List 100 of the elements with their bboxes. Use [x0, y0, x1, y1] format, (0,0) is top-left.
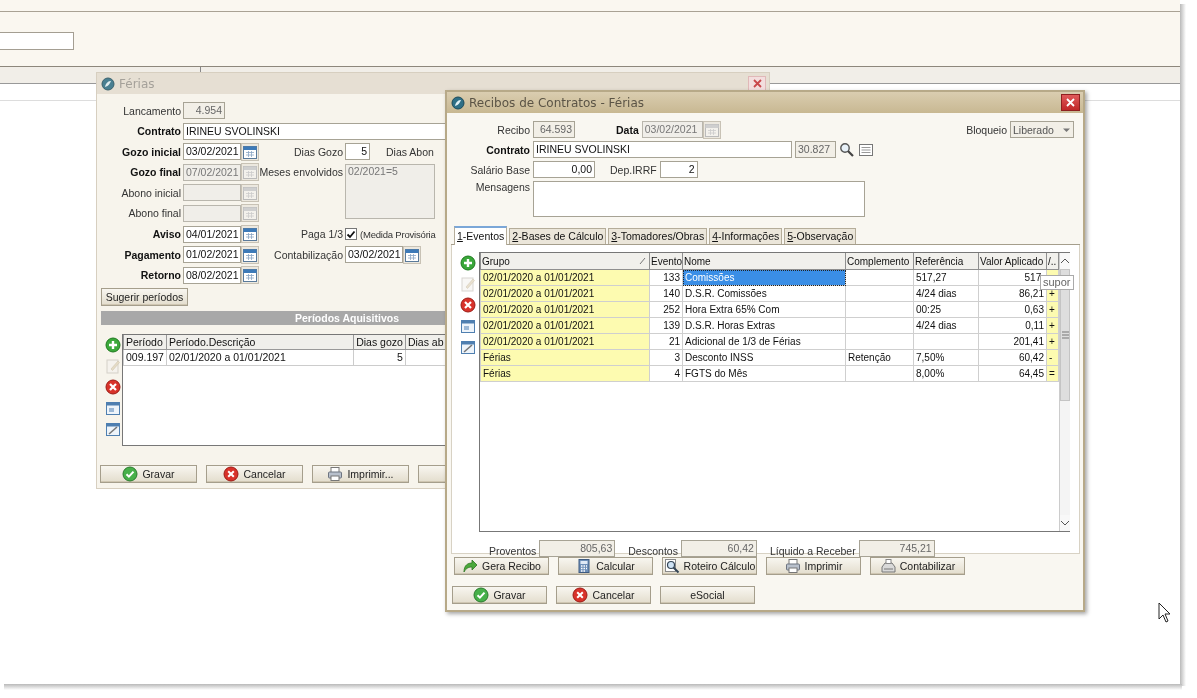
- text-area[interactable]: 02/2021=5: [345, 163, 435, 219]
- text-area[interactable]: [533, 181, 865, 217]
- tooltip: supor: [1040, 275, 1074, 290]
- cancel-icon: [223, 465, 240, 482]
- list-icon[interactable]: [858, 141, 874, 158]
- table-cell: 60,42: [978, 349, 1047, 366]
- table-cell: 4/24 dias: [913, 317, 979, 334]
- field-label: Abono inicial: [121, 186, 181, 199]
- button[interactable]: Imprimir...: [312, 464, 409, 483]
- tab[interactable]: 1-Eventos: [454, 226, 508, 245]
- button[interactable]: Sugerir períodos: [101, 287, 188, 306]
- field-label: Descontos: [628, 545, 678, 557]
- cancel-icon: [572, 587, 589, 603]
- input-field[interactable]: 0,00: [533, 161, 595, 178]
- input-field[interactable]: IRINEU SVOLINSKI: [533, 141, 792, 158]
- calendar-icon[interactable]: [403, 245, 421, 264]
- checkbox[interactable]: [345, 228, 357, 241]
- table-cell: FGTS do Mês: [682, 365, 846, 382]
- field-label: Dias Abon: [386, 145, 434, 158]
- delete-icon[interactable]: [460, 297, 476, 313]
- dropdown[interactable]: Liberado: [1010, 121, 1074, 138]
- calendar-icon[interactable]: [241, 142, 259, 161]
- input-field[interactable]: IRINEU SVOLINSKI: [183, 122, 446, 140]
- field-label: Paga 1/3: [300, 228, 343, 241]
- tab[interactable]: 4-Informações: [709, 228, 783, 244]
- field-label: Lancamento: [123, 104, 181, 117]
- button[interactable]: Gravar: [452, 586, 547, 604]
- button[interactable]: Cancelar: [556, 586, 651, 604]
- field-label: Aviso: [152, 228, 181, 241]
- window-icon[interactable]: [460, 318, 476, 334]
- button[interactable]: Gravar: [100, 464, 197, 483]
- tab[interactable]: 5-Observação: [784, 228, 857, 244]
- column-header[interactable]: Período: [123, 334, 167, 350]
- check-mark-icon: [346, 229, 356, 239]
- app-icon: [101, 76, 115, 91]
- table-cell: 009.197: [123, 349, 167, 366]
- calendar-icon[interactable]: [241, 266, 259, 285]
- tab[interactable]: 3-Tomadores/Obras: [608, 228, 708, 244]
- button[interactable]: Calcular: [558, 557, 653, 575]
- date-field[interactable]: 04/01/2021: [183, 225, 241, 243]
- delete-icon[interactable]: [105, 378, 121, 395]
- column-header[interactable]: Complemento: [845, 253, 914, 270]
- title-bar[interactable]: Recibos de Contratos - Férias: [447, 92, 1083, 113]
- window-icon[interactable]: [105, 399, 121, 416]
- close-button[interactable]: [748, 75, 766, 92]
- input-field[interactable]: 64.593: [533, 121, 575, 138]
- calendar-icon[interactable]: [241, 245, 259, 264]
- column-header[interactable]: Valor Aplicado: [978, 253, 1047, 270]
- field-label: Data: [616, 123, 639, 136]
- table-cell: 21: [649, 333, 683, 350]
- printer-icon: [784, 558, 801, 574]
- table-cell: 8,00%: [913, 365, 979, 382]
- field-label: Bloqueio: [966, 123, 1007, 136]
- field-label: Recibo: [497, 123, 530, 136]
- table-cell: 00:25: [913, 301, 979, 318]
- tab[interactable]: 2-Bases de Cálculo: [509, 228, 607, 244]
- date-field[interactable]: 08/02/2021: [183, 266, 241, 284]
- column-header[interactable]: Grupo: [480, 253, 650, 270]
- button[interactable]: eSocial: [660, 586, 755, 604]
- close-button[interactable]: [1061, 94, 1080, 111]
- input-field[interactable]: 745,21: [858, 540, 935, 557]
- button[interactable]: Gera Recibo: [454, 557, 549, 575]
- add-icon[interactable]: [105, 336, 121, 353]
- column-header[interactable]: Referência: [913, 253, 979, 270]
- column-header[interactable]: Período.Descrição: [166, 334, 354, 350]
- field-label: Pagamento: [124, 248, 181, 261]
- window-edit-icon[interactable]: [105, 420, 121, 437]
- column-header[interactable]: Dias gozo: [353, 334, 406, 350]
- table-cell: 201,41: [978, 333, 1047, 350]
- magnifier-icon: [663, 558, 680, 574]
- button[interactable]: Cancelar: [206, 464, 303, 483]
- table-cell: Hora Extra 65% Com: [682, 301, 846, 318]
- close-icon: [1065, 97, 1076, 108]
- table-cell: 3: [649, 349, 683, 366]
- column-header[interactable]: Dias ab: [405, 334, 446, 350]
- search-icon[interactable]: [839, 141, 855, 158]
- input-field[interactable]: 5: [345, 143, 370, 161]
- input-field[interactable]: [0, 32, 74, 50]
- date-field[interactable]: 01/02/2021: [183, 246, 241, 264]
- window-title: Recibos de Contratos - Férias: [469, 95, 646, 110]
- field-label: Meses envolvidos: [259, 166, 343, 179]
- input-field[interactable]: 2: [659, 161, 698, 178]
- date-field[interactable]: 03/02/2021: [183, 143, 241, 161]
- input-field[interactable]: 805,63: [539, 540, 616, 557]
- field-label: Contrato: [486, 143, 530, 156]
- button[interactable]: Contabilizar: [870, 557, 965, 575]
- calculator-icon: [576, 558, 593, 574]
- input-field[interactable]: 60,42: [680, 540, 757, 557]
- add-icon[interactable]: [460, 255, 476, 271]
- field-label: Abono final: [128, 207, 181, 220]
- window-edit-icon[interactable]: [460, 339, 476, 355]
- button[interactable]: Imprimir: [766, 557, 861, 575]
- button[interactable]: Roteiro Cálculo: [662, 557, 757, 575]
- input-field[interactable]: 30.827: [795, 141, 836, 158]
- input-field[interactable]: 4.954: [183, 102, 225, 119]
- date-field[interactable]: 03/02/2021: [345, 246, 403, 264]
- column-header[interactable]: Nome: [682, 253, 846, 270]
- table-cell: 02/01/2020 a 01/01/2021: [166, 349, 354, 366]
- column-header[interactable]: Evento: [649, 253, 683, 270]
- calendar-icon[interactable]: [241, 225, 259, 244]
